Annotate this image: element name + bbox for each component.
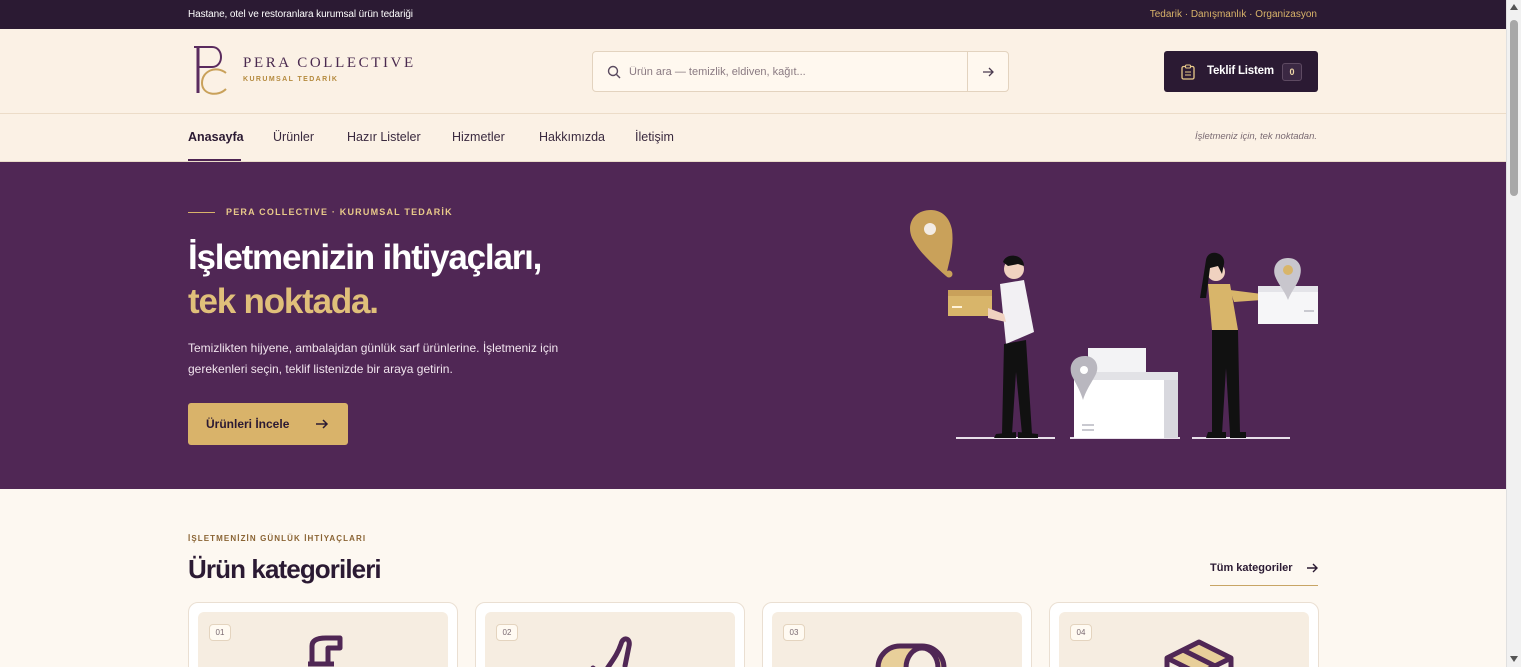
arrow-right-icon	[983, 67, 994, 76]
logo[interactable]: PERA COLLECTIVE KURUMSAL TEDARİK	[190, 43, 440, 99]
announcement-text: Hastane, otel ve restoranlara kurumsal ü…	[188, 9, 413, 20]
announcement-bar: Hastane, otel ve restoranlara kurumsal ü…	[0, 0, 1506, 29]
paper-roll-icon	[875, 643, 947, 667]
category-number: 01	[209, 624, 231, 641]
search-submit-button[interactable]	[967, 52, 1008, 91]
eyebrow-divider	[188, 212, 215, 213]
categories-eyebrow: İŞLETMENİZİN GÜNLÜK İHTİYAÇLARI	[188, 534, 367, 543]
nav-item-products[interactable]: Ürünler	[273, 130, 314, 144]
quote-count-badge: 0	[1282, 63, 1302, 81]
logo-monogram-icon	[194, 46, 227, 95]
category-card-media: 03	[772, 612, 1022, 667]
hero-eyebrow: PERA COLLECTIVE · KURUMSAL TEDARİK	[226, 207, 453, 217]
browse-products-button[interactable]: Ürünleri İncele	[188, 403, 348, 445]
category-card-media: 01	[198, 612, 448, 667]
category-number: 02	[496, 624, 518, 641]
delivery-illustration	[910, 210, 1318, 439]
arrow-right-icon	[316, 419, 329, 429]
category-card-media: 02	[485, 612, 735, 667]
nav-active-indicator	[188, 159, 241, 161]
category-number: 03	[783, 624, 805, 641]
all-categories-label: Tüm kategoriler	[1210, 562, 1293, 574]
nav-item-contact[interactable]: İletişim	[635, 130, 674, 144]
nav-item-about[interactable]: Hakkımızda	[539, 130, 605, 144]
search-icon	[607, 65, 621, 79]
quote-list-label: Teklif Listem	[1207, 65, 1274, 77]
category-card-media: 04	[1059, 612, 1309, 667]
hero-section: PERA COLLECTIVE · KURUMSAL TEDARİK İşlet…	[0, 162, 1506, 489]
scroll-down-arrow-icon[interactable]	[1510, 656, 1518, 662]
glove-icon	[590, 636, 632, 667]
categories-title: Ürün kategorileri	[188, 554, 382, 584]
brand-name: PERA COLLECTIVE	[243, 55, 416, 71]
cta-label: Ürünleri İncele	[206, 417, 290, 431]
clipboard-icon	[1181, 64, 1195, 80]
main-nav: Anasayfa Ürünler Hazır Listeler Hizmetle…	[0, 114, 1506, 162]
search-box	[592, 51, 1009, 92]
quote-list-button[interactable]: Teklif Listem 0	[1164, 51, 1318, 92]
category-card-packaging[interactable]: 04	[1049, 602, 1319, 667]
hero-title-accent: tek noktada.	[188, 282, 379, 321]
scrollbar-thumb[interactable]	[1510, 20, 1518, 196]
nav-item-home[interactable]: Anasayfa	[188, 130, 244, 144]
category-card-paper[interactable]: 03	[762, 602, 1032, 667]
services-text: Tedarik · Danışmanlık · Organizasyon	[1149, 9, 1317, 20]
category-card-hygiene[interactable]: 02	[475, 602, 745, 667]
scroll-up-arrow-icon[interactable]	[1510, 4, 1518, 10]
arrow-right-icon	[1307, 563, 1318, 573]
brand-subtitle: KURUMSAL TEDARİK	[243, 76, 339, 83]
box-icon	[1164, 639, 1234, 667]
nav-tagline: İşletmeniz için, tek noktadan.	[1195, 131, 1317, 142]
spray-bottle-icon	[308, 635, 343, 667]
category-card-cleaning[interactable]: 01	[188, 602, 458, 667]
category-number: 04	[1070, 624, 1092, 641]
site-header: PERA COLLECTIVE KURUMSAL TEDARİK Teklif …	[0, 29, 1506, 114]
hero-description: Temizlikten hijyene, ambalajdan günlük s…	[188, 341, 559, 376]
nav-item-services[interactable]: Hizmetler	[452, 130, 505, 144]
all-categories-link[interactable]: Tüm kategoriler	[1210, 561, 1318, 586]
search-input[interactable]	[629, 52, 959, 91]
hero-title: İşletmenizin ihtiyaçları,	[188, 238, 542, 277]
page-scrollbar[interactable]	[1506, 0, 1521, 667]
nav-item-ready-lists[interactable]: Hazır Listeler	[347, 130, 421, 144]
